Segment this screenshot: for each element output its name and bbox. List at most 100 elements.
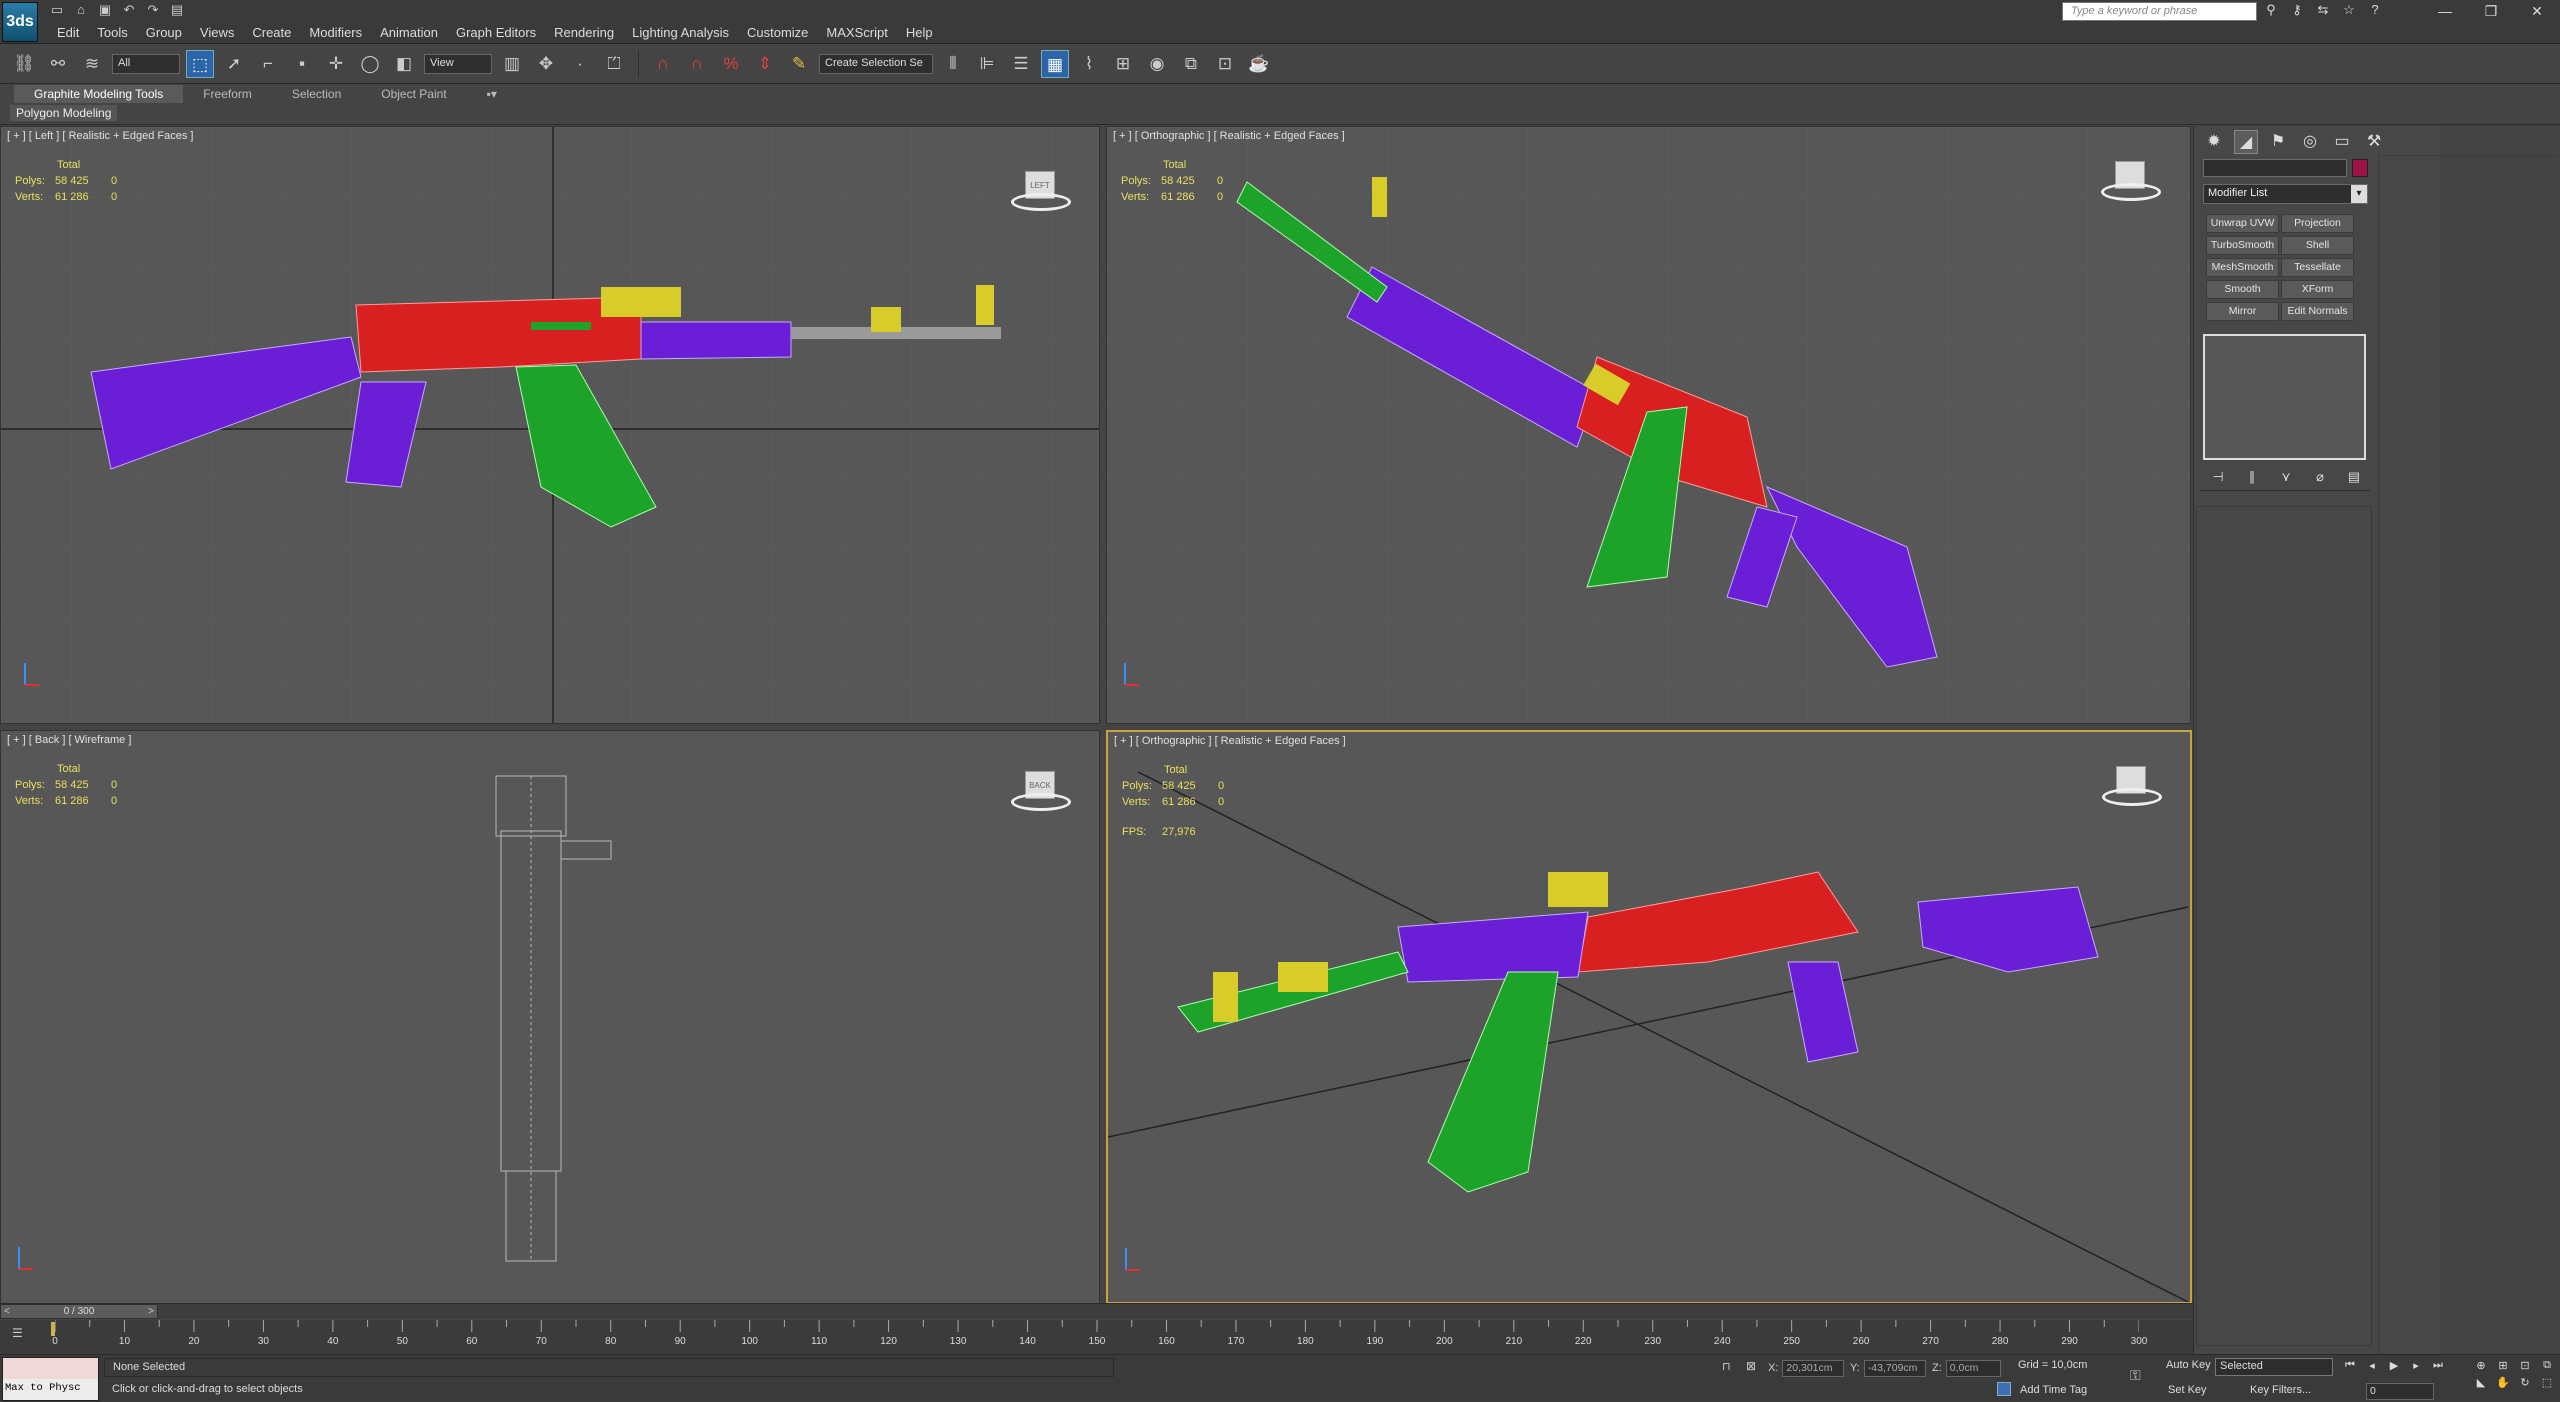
render-setup-icon[interactable]: ⧉: [1177, 50, 1205, 78]
time-next-button[interactable]: >: [148, 1305, 154, 1318]
percent-snap-icon[interactable]: %: [717, 50, 745, 78]
restore-icon[interactable]: ❐: [2468, 0, 2514, 22]
menu-lighting-analysis[interactable]: Lighting Analysis: [623, 25, 738, 41]
unlink-icon[interactable]: ⚯: [44, 50, 72, 78]
z-field[interactable]: 0,0cm: [1945, 1359, 2001, 1377]
key-icon[interactable]: ⚷: [2288, 2, 2306, 18]
named-selection-dropdown[interactable]: Create Selection Se: [819, 53, 933, 74]
exchange-icon[interactable]: ⇆: [2314, 2, 2332, 18]
selection-filter-dropdown[interactable]: All: [112, 53, 180, 74]
viewport-back[interactable]: [ + ] [ Back ] [ Wireframe ] Total Polys…: [0, 730, 1100, 1304]
pin-stack-icon[interactable]: ⊣: [2208, 469, 2228, 485]
viewport-left[interactable]: [ + ] [ Left ] [ Realistic + Edged Faces…: [0, 126, 1100, 724]
key-filters-button[interactable]: Key Filters...: [2250, 1384, 2311, 1396]
viewport-label[interactable]: [ + ] [ Left ] [ Realistic + Edged Faces…: [7, 130, 193, 142]
add-time-tag[interactable]: Add Time Tag: [2020, 1384, 2087, 1396]
material-editor-icon[interactable]: ◉: [1143, 50, 1171, 78]
menu-tools[interactable]: Tools: [88, 25, 136, 41]
hierarchy-tab-icon[interactable]: ⚑: [2266, 130, 2290, 154]
show-end-result-icon[interactable]: ∥: [2242, 469, 2262, 485]
menu-animation[interactable]: Animation: [371, 25, 447, 41]
render-frame-icon[interactable]: ⊡: [1211, 50, 1239, 78]
play-icon[interactable]: ▶: [2386, 1359, 2402, 1372]
object-name-field[interactable]: [2203, 159, 2347, 177]
tab-graphite-modeling-tools[interactable]: Graphite Modeling Tools: [14, 85, 184, 103]
zoom-icon[interactable]: ⊕: [2470, 1359, 2492, 1372]
pivot-center-icon[interactable]: ▥: [498, 50, 526, 78]
tab-object-paint[interactable]: Object Paint: [361, 85, 466, 103]
mirror-icon[interactable]: ⫴: [939, 50, 967, 78]
search-input[interactable]: Type a keyword or phrase: [2062, 2, 2257, 21]
undo-icon[interactable]: ↶: [120, 2, 138, 18]
new-icon[interactable]: ▭: [48, 2, 66, 18]
zoom-extents-icon[interactable]: ⊡: [2514, 1359, 2536, 1372]
mini-curve-editor-icon[interactable]: ☰: [12, 1326, 23, 1340]
rotate-icon[interactable]: ◯: [356, 50, 384, 78]
select-object-icon[interactable]: ⬚: [186, 49, 214, 78]
ribbon-panel-polygon-modeling[interactable]: Polygon Modeling: [10, 105, 118, 121]
spinner-snap-icon[interactable]: ⇕: [751, 50, 779, 78]
menu-help[interactable]: Help: [897, 25, 942, 41]
curve-editor-icon[interactable]: ⌇: [1075, 50, 1103, 78]
viewcube-ring[interactable]: [2101, 183, 2161, 201]
viewcube[interactable]: [2101, 157, 2161, 207]
menu-create[interactable]: Create: [243, 25, 300, 41]
configure-sets-icon[interactable]: ▤: [2344, 469, 2364, 485]
save-icon[interactable]: ▣: [96, 2, 114, 18]
mirror-button[interactable]: Mirror: [2206, 302, 2279, 321]
create-tab-icon[interactable]: ✹: [2202, 130, 2226, 154]
key-mode-dropdown[interactable]: Selected: [2215, 1358, 2333, 1376]
motion-tab-icon[interactable]: ◎: [2298, 130, 2322, 154]
modifier-list-dropdown[interactable]: Modifier List ▾: [2203, 184, 2368, 204]
window-crossing-icon[interactable]: ▪: [288, 50, 316, 78]
snaps-icon[interactable]: ⏍: [600, 50, 628, 78]
tessellate-button[interactable]: Tessellate: [2281, 258, 2354, 277]
viewcube[interactable]: BACK: [1011, 767, 1071, 817]
time-slider-thumb[interactable]: < 0 / 300 >: [0, 1304, 158, 1319]
pan-icon[interactable]: ✋: [2492, 1376, 2514, 1389]
turbosmooth-button[interactable]: TurboSmooth: [2206, 236, 2279, 255]
ref-coord-dropdown[interactable]: View: [424, 53, 492, 74]
viewport-orthographic-top-right[interactable]: [ + ] [ Orthographic ] [ Realistic + Edg…: [1106, 126, 2191, 724]
graphite-toggle-icon[interactable]: ▦: [1041, 49, 1069, 78]
maximize-viewport-icon[interactable]: ⬚: [2536, 1376, 2558, 1389]
viewcube-ring[interactable]: [1011, 793, 1071, 811]
modifier-stack[interactable]: [2203, 334, 2366, 460]
utilities-tab-icon[interactable]: ⚒: [2362, 130, 2386, 154]
menu-views[interactable]: Views: [191, 25, 243, 41]
object-color-swatch[interactable]: [2352, 159, 2368, 177]
viewcube-ring[interactable]: [1011, 193, 1071, 211]
modify-tab-icon[interactable]: ◢: [2234, 130, 2258, 154]
edit-normals-button[interactable]: Edit Normals: [2281, 302, 2354, 321]
projection-button[interactable]: Projection: [2281, 214, 2354, 233]
set-key-mode-icon[interactable]: ⚿: [2130, 1367, 2141, 1384]
menu-rendering[interactable]: Rendering: [545, 25, 623, 41]
zoom-extents-all-icon[interactable]: ⧉: [2536, 1359, 2558, 1372]
tab-selection[interactable]: Selection: [272, 85, 361, 103]
x-field[interactable]: 20,301cm: [1782, 1359, 1845, 1377]
edit-named-selection-icon[interactable]: ✎: [785, 50, 813, 78]
meshsmooth-button[interactable]: MeshSmooth: [2206, 258, 2279, 277]
orbit-icon[interactable]: ↻: [2514, 1376, 2536, 1389]
next-frame-icon[interactable]: ▸: [2408, 1359, 2424, 1372]
time-prev-button[interactable]: <: [4, 1305, 10, 1318]
schematic-view-icon[interactable]: ⊞: [1109, 50, 1137, 78]
goto-end-icon[interactable]: ⏭: [2430, 1359, 2446, 1372]
auto-key-button[interactable]: Auto Key: [2166, 1359, 2211, 1371]
move-icon[interactable]: ✛: [322, 50, 350, 78]
display-tab-icon[interactable]: ▭: [2330, 130, 2354, 154]
viewport-label[interactable]: [ + ] [ Back ] [ Wireframe ]: [7, 734, 131, 746]
keyboard-shortcut-icon[interactable]: ·: [566, 50, 594, 78]
viewcube[interactable]: [2102, 762, 2162, 812]
smooth-button[interactable]: Smooth: [2206, 280, 2279, 299]
chevron-down-icon[interactable]: ▾: [2351, 185, 2367, 203]
menu-group[interactable]: Group: [137, 25, 191, 41]
minimize-icon[interactable]: —: [2422, 0, 2468, 22]
current-frame-field[interactable]: 0: [2366, 1383, 2434, 1400]
tab-freeform[interactable]: Freeform: [183, 85, 272, 103]
viewcube-ring[interactable]: [2102, 788, 2162, 806]
track-bar[interactable]: ☰ 0 10 20 30 40 50 60 70 80 90 100 110 120 130 140 150 1…: [0, 1320, 2193, 1354]
remove-modifier-icon[interactable]: ⌀: [2310, 469, 2330, 485]
zoom-all-icon[interactable]: ⊞: [2492, 1359, 2514, 1372]
xform-button[interactable]: XForm: [2281, 280, 2354, 299]
